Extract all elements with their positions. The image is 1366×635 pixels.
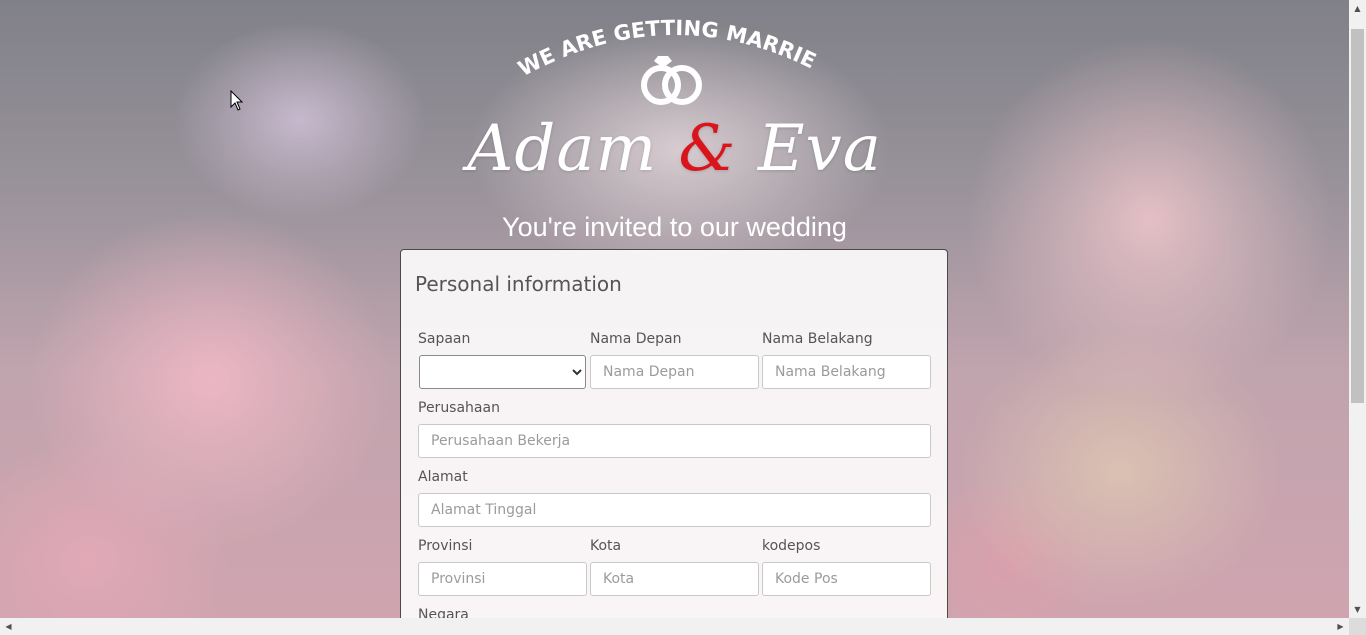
postal-code-label: kodepos [762, 538, 821, 554]
address-input[interactable] [418, 493, 931, 527]
bride-groom-name-1: Adam [467, 112, 658, 186]
province-input[interactable] [418, 562, 587, 596]
card-title: Personal information [415, 272, 622, 296]
bride-groom-name-2: Eva [757, 112, 882, 186]
address-label: Alamat [418, 469, 468, 485]
company-input[interactable] [418, 424, 931, 458]
city-label: Kota [590, 538, 622, 554]
province-label: Provinsi [418, 538, 473, 554]
ampersand: & [678, 112, 737, 186]
scroll-right-arrow-icon[interactable]: ▶ [1332, 618, 1349, 635]
vertical-scroll-thumb[interactable] [1351, 29, 1364, 403]
salutation-label: Sapaan [418, 331, 471, 347]
vertical-scrollbar[interactable]: ▲ ▼ [1349, 0, 1366, 618]
company-label: Perusahaan [418, 400, 500, 416]
personal-info-card: Personal information Sapaan Nama Depan N… [400, 249, 948, 629]
wedding-rings-icon [641, 56, 702, 105]
horizontal-scrollbar[interactable]: ◀ ▶ [0, 618, 1349, 635]
first-name-input[interactable] [590, 355, 759, 389]
last-name-label: Nama Belakang [762, 331, 873, 347]
scroll-left-arrow-icon[interactable]: ◀ [0, 618, 17, 635]
invitation-heading: You're invited to our wedding [502, 212, 847, 242]
scroll-down-arrow-icon[interactable]: ▼ [1349, 601, 1366, 618]
salutation-select[interactable] [419, 355, 586, 389]
couple-names: Adam & Eva [0, 112, 1349, 186]
last-name-input[interactable] [762, 355, 931, 389]
postal-code-input[interactable] [762, 562, 931, 596]
city-input[interactable] [590, 562, 759, 596]
scroll-up-arrow-icon[interactable]: ▲ [1349, 0, 1366, 17]
first-name-label: Nama Depan [590, 331, 682, 347]
scrollbar-corner [1349, 618, 1366, 635]
mouse-cursor-icon [230, 90, 244, 111]
